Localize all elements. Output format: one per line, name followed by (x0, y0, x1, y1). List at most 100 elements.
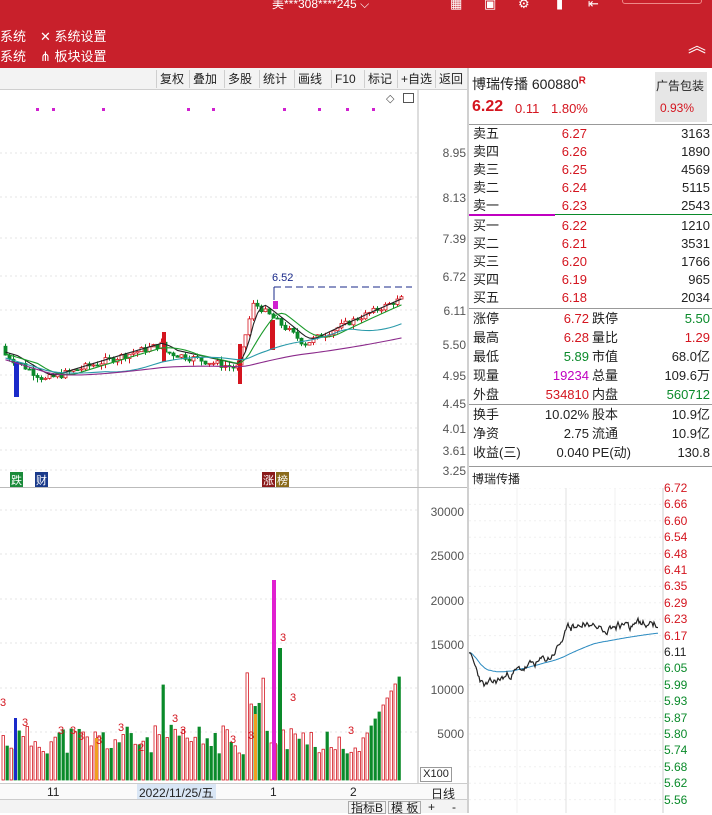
btn-restore-rights[interactable]: 复权 (156, 70, 187, 88)
candle-body (39, 377, 44, 380)
btn-f10[interactable]: F10 (331, 70, 359, 88)
volume-bar (353, 747, 357, 781)
btn-multi-stock[interactable]: 多股 (224, 70, 255, 88)
candle-body (359, 318, 364, 321)
window-icon[interactable]: ▣ (484, 0, 496, 12)
ask-row[interactable]: 卖二 6.24 5115 (469, 179, 712, 197)
zoom-out-button[interactable]: - (452, 800, 456, 814)
event-marker-down[interactable]: 跌 (10, 472, 23, 488)
bid-row[interactable]: 买四 6.19 965 (469, 271, 712, 289)
volume-signal-label: 3 (180, 725, 186, 737)
grid-icon[interactable]: ▦ (450, 0, 462, 12)
limit-up-candle (273, 301, 278, 309)
bottom-tabs: 指标B 模 板 + - (0, 799, 467, 814)
menu-system-2[interactable]: 系统 (0, 46, 26, 65)
bid-row[interactable]: 买三 6.20 1766 (469, 253, 712, 271)
tree-icon: ⋔ (40, 49, 55, 64)
volume-bar (241, 754, 245, 781)
candle-body (215, 360, 220, 364)
menu-block-settings[interactable]: ⋔ 板块设置 (40, 46, 107, 65)
candle-body (207, 362, 212, 365)
ma5-line (5, 298, 402, 376)
search-box[interactable] (622, 0, 702, 4)
volume-bar (285, 749, 289, 781)
volume-bar (301, 732, 305, 781)
stat-label: 净资 (473, 426, 500, 441)
volume-bar (317, 752, 321, 781)
candle-body (103, 357, 108, 365)
volume-bar (169, 724, 173, 781)
user-account[interactable]: 美***308****245 ⌵ (272, 0, 369, 12)
volume-bar (373, 718, 377, 781)
volume-bar (41, 751, 45, 781)
stat-label: PE(动) (592, 445, 632, 460)
btn-statistics[interactable]: 统计 (259, 70, 290, 88)
volume-bar (129, 733, 133, 781)
volume-bar (321, 748, 325, 781)
stat-value: 6.72 (563, 311, 589, 326)
candle-body (95, 364, 100, 367)
intraday-axis-tick: 6.54 (664, 530, 688, 545)
ask-row[interactable]: 卖四 6.26 1890 (469, 143, 712, 161)
volume-bar (381, 704, 385, 781)
tab-template[interactable]: 模 板 (388, 801, 422, 814)
volume-bar (265, 730, 269, 781)
stat-label: 最低 (473, 349, 500, 364)
intraday-chart[interactable] (469, 488, 664, 813)
volume-bar (105, 748, 109, 781)
big-up-candle (238, 344, 242, 384)
divider (469, 466, 712, 467)
volume-signal-label: 3 (248, 730, 254, 742)
btn-add-watchlist[interactable]: +自选 (397, 70, 435, 88)
bid-row[interactable]: 买二 6.21 3531 (469, 235, 712, 253)
volume-bar (177, 735, 181, 781)
btn-overlay[interactable]: 叠加 (189, 70, 220, 88)
ask-row[interactable]: 卖一 6.23 2543 (469, 197, 712, 215)
stat-value: 1.29 (684, 330, 710, 345)
volume-chart[interactable]: 333 3 3 33333 33332 (0, 488, 467, 788)
bid-row[interactable]: 买五 6.18 2034 (469, 289, 712, 307)
volume-bar (377, 711, 381, 781)
volume-bar (133, 743, 137, 781)
diamond-icon[interactable]: ◇ (386, 92, 394, 105)
gear-icon[interactable]: ⚙ (518, 0, 530, 12)
ask-row[interactable]: 卖三 6.25 4569 (469, 161, 712, 179)
stat-value: 5.89 (563, 349, 589, 364)
intraday-axis-tick: 5.93 (664, 694, 688, 709)
intraday-axis-tick: 6.66 (664, 497, 688, 512)
candle-body (47, 374, 52, 379)
btn-return[interactable]: 返回 (435, 70, 466, 88)
menu-system-1[interactable]: 系统 (0, 26, 26, 45)
event-marker-finance[interactable]: 财 (35, 472, 48, 488)
event-marker-rank[interactable]: 榜 (276, 472, 289, 488)
ask-row[interactable]: 卖五 6.27 3163 (469, 125, 712, 143)
zoom-in-button[interactable]: + (428, 800, 435, 814)
volume-signal-label: 3 (22, 717, 28, 729)
panel-toggle-icon[interactable] (403, 93, 414, 103)
volume-bar (109, 747, 113, 781)
tab-indicator-b[interactable]: 指标B (348, 801, 387, 814)
btn-mark[interactable]: 标记 (364, 70, 395, 88)
candle-body (35, 375, 40, 378)
collapse-icon[interactable]: ︽ (688, 32, 706, 58)
volume-bar (349, 751, 353, 781)
stat-label: 收益(三) (473, 445, 521, 460)
menu-system-settings[interactable]: ✕ 系统设置 (40, 26, 107, 45)
price-tick: 6.72 (442, 270, 466, 284)
stock-code: 600880 (531, 76, 579, 92)
candle-body (79, 368, 84, 371)
candle-body (171, 352, 176, 357)
back-icon[interactable]: ⇤ (588, 0, 599, 12)
chart-toolbar: 复权 叠加 多股 统计 画线 F10 标记 +自选 返回 (0, 68, 467, 90)
event-marker-up[interactable]: 涨 (262, 472, 275, 488)
sector-box[interactable]: 广告包装 0.93% (655, 72, 707, 122)
btn-draw-line[interactable]: 画线 (294, 70, 325, 88)
minimize-icon[interactable]: ▮ (556, 0, 563, 12)
volume-signal-label: 3 (118, 722, 124, 734)
kline-chart[interactable] (0, 90, 467, 487)
volume-bar (245, 672, 249, 781)
vol-tick: 30000 (430, 505, 464, 519)
bid-row[interactable]: 买一 6.22 1210 (469, 217, 712, 235)
volume-bar (261, 677, 265, 781)
volume-bar (297, 738, 301, 781)
